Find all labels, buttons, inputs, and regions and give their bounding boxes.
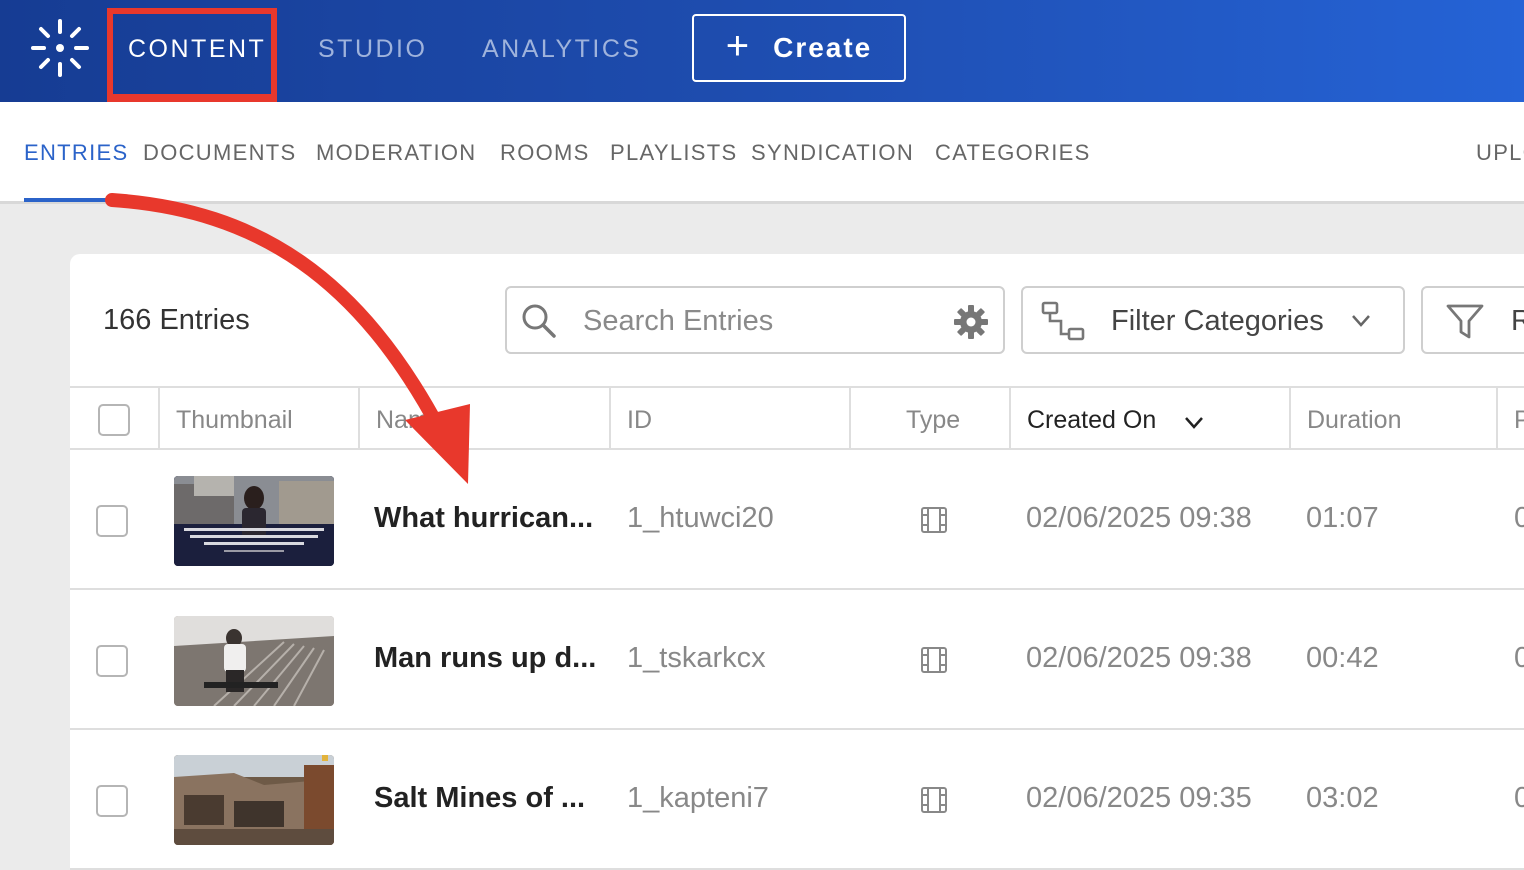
entry-plays: 0 xyxy=(1514,642,1524,674)
entries-count: 166 Entries xyxy=(103,304,250,336)
entry-thumbnail[interactable] xyxy=(174,755,334,845)
entry-name[interactable]: Salt Mines of ... xyxy=(374,782,585,815)
column-thumbnail: Thumbnail xyxy=(176,406,293,434)
video-type-icon xyxy=(921,507,947,533)
entry-thumbnail[interactable] xyxy=(174,616,334,706)
filter-categories-label: Filter Categories xyxy=(1111,305,1324,337)
entry-name[interactable]: What hurrican... xyxy=(374,502,593,535)
hurricane-thumbnail-image xyxy=(174,476,334,566)
tab-rooms[interactable]: ROOMS xyxy=(500,140,590,166)
create-button[interactable]: + Create xyxy=(692,14,906,82)
entry-duration: 00:42 xyxy=(1306,642,1379,674)
column-id[interactable]: ID xyxy=(627,406,652,435)
column-duration[interactable]: Duration xyxy=(1307,406,1402,435)
search-input[interactable] xyxy=(583,302,943,340)
refine-filter-button[interactable]: R xyxy=(1421,286,1524,354)
refine-label: R xyxy=(1511,305,1524,337)
stairs-thumbnail-image xyxy=(174,616,334,706)
tab-playlists[interactable]: PLAYLISTS xyxy=(610,140,737,166)
category-tree-icon xyxy=(1041,301,1085,341)
column-divider xyxy=(358,388,360,450)
entry-created-on: 02/06/2025 09:38 xyxy=(1026,502,1252,534)
column-divider xyxy=(158,388,160,450)
active-tab-indicator xyxy=(24,198,112,202)
chevron-down-icon xyxy=(1352,315,1370,327)
column-created-on[interactable]: Created On xyxy=(1027,406,1156,435)
gear-icon[interactable] xyxy=(953,304,989,340)
row-checkbox[interactable] xyxy=(96,645,128,677)
sort-desc-chevron-icon[interactable] xyxy=(1184,416,1204,430)
plus-icon: + xyxy=(725,24,752,68)
select-all-checkbox[interactable] xyxy=(98,404,130,436)
tab-moderation[interactable]: MODERATION xyxy=(316,140,476,166)
column-type[interactable]: Type xyxy=(906,406,960,435)
nav-analytics[interactable]: ANALYTICS xyxy=(482,0,642,102)
entry-created-on: 02/06/2025 09:35 xyxy=(1026,782,1252,814)
entry-created-on: 02/06/2025 09:38 xyxy=(1026,642,1252,674)
search-icon xyxy=(522,304,556,338)
entry-duration: 01:07 xyxy=(1306,502,1379,534)
column-name[interactable]: Name xyxy=(376,406,443,435)
column-divider xyxy=(1009,388,1011,450)
column-plays[interactable]: P xyxy=(1514,406,1524,435)
entry-id: 1_tskarkcx xyxy=(627,642,766,674)
entry-plays: 0 xyxy=(1514,502,1524,534)
table-row[interactable]: Salt Mines of ... 1_kapteni7 02/06/2025 … xyxy=(70,730,1524,870)
column-divider xyxy=(1496,388,1498,450)
table-row[interactable]: What hurrican... 1_htuwci20 02/06/2025 0… xyxy=(70,450,1524,590)
video-type-icon xyxy=(921,787,947,813)
row-checkbox[interactable] xyxy=(96,785,128,817)
content-subnav: ENTRIES DOCUMENTS MODERATION ROOMS PLAYL… xyxy=(0,102,1524,204)
table-header: Thumbnail Name ID Type Created On Durati… xyxy=(70,386,1524,450)
table-row[interactable]: Man runs up d... 1_tskarkcx 02/06/2025 0… xyxy=(70,590,1524,730)
column-divider xyxy=(1289,388,1291,450)
column-divider xyxy=(849,388,851,450)
tab-categories[interactable]: CATEGORIES xyxy=(935,140,1091,166)
tab-documents[interactable]: DOCUMENTS xyxy=(143,140,296,166)
funnel-icon xyxy=(1446,304,1484,339)
tab-entries[interactable]: ENTRIES xyxy=(24,140,128,166)
entry-id: 1_htuwci20 xyxy=(627,502,774,534)
entry-thumbnail[interactable] xyxy=(174,476,334,566)
kaltura-logo-icon[interactable] xyxy=(30,18,90,78)
tab-upload[interactable]: UPLO xyxy=(1476,140,1524,166)
search-box[interactable] xyxy=(505,286,1005,354)
video-type-icon xyxy=(921,647,947,673)
salt-mines-thumbnail-image xyxy=(174,755,334,845)
entry-duration: 03:02 xyxy=(1306,782,1379,814)
tab-syndication[interactable]: SYNDICATION xyxy=(751,140,914,166)
annotation-highlight-box xyxy=(107,8,277,102)
column-divider xyxy=(609,388,611,450)
row-checkbox[interactable] xyxy=(96,505,128,537)
filter-categories-dropdown[interactable]: Filter Categories xyxy=(1021,286,1405,354)
nav-studio[interactable]: STUDIO xyxy=(318,0,427,102)
top-navigation-bar: CONTENT STUDIO ANALYTICS + Create xyxy=(0,0,1524,102)
entry-id: 1_kapteni7 xyxy=(627,782,769,814)
create-button-label: Create xyxy=(773,32,873,63)
entry-name[interactable]: Man runs up d... xyxy=(374,642,596,675)
entry-plays: 0 xyxy=(1514,782,1524,814)
